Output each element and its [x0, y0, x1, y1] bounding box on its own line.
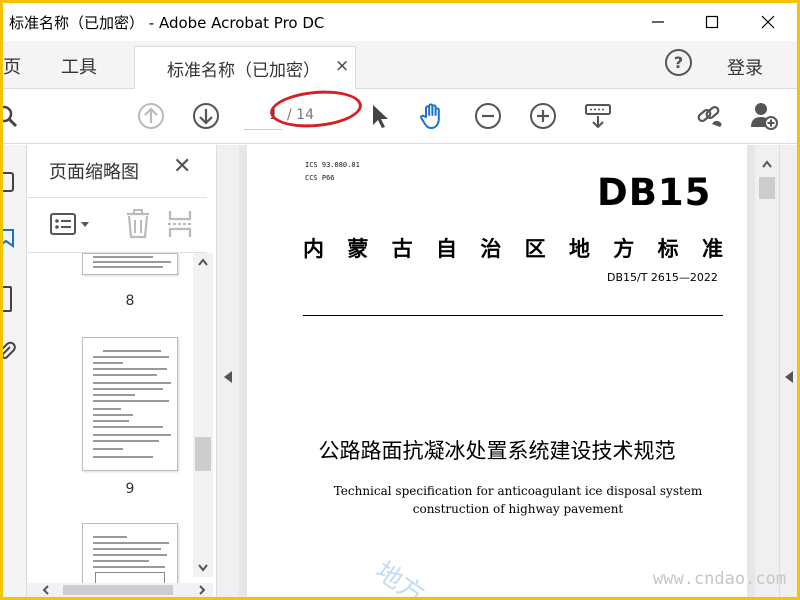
thumbnail-page-9[interactable] [82, 337, 178, 471]
thumbnail-list: 8 9 [27, 253, 193, 589]
hand-icon [420, 103, 440, 129]
document-title-en: Technical specification for anticoagulan… [333, 484, 703, 516]
close-icon [761, 15, 775, 29]
minimize-icon [652, 21, 664, 23]
tab-document[interactable]: 标准名称（已加密） × [134, 46, 356, 89]
split-page-icon [168, 211, 192, 237]
scroll-down-icon [198, 564, 208, 572]
thumbnail-vertical-scrollbar[interactable] [193, 253, 213, 577]
scroll-left-icon [42, 585, 49, 595]
maximize-button[interactable] [689, 3, 735, 41]
zoom-out-button[interactable] [473, 101, 503, 131]
header-rule [303, 315, 723, 316]
acrobat-window: 标准名称（已加密） - Adobe Acrobat Pro DC 主页 工具 标… [3, 3, 797, 597]
attachment-rail-icon[interactable] [3, 341, 17, 363]
scroll-up-icon [198, 258, 208, 266]
document-scroll-thumb[interactable] [759, 177, 775, 199]
title-bar: 标准名称（已加密） - Adobe Acrobat Pro DC [3, 3, 797, 41]
link-icon [697, 105, 722, 127]
document-page: ICS 93.080.01 CCS P66 DB15 内 蒙 古 自 治 区 地… [247, 145, 747, 597]
add-user-button[interactable] [749, 101, 779, 131]
thumbnail-scroll-thumb[interactable] [195, 437, 211, 471]
thumbnail-page-10[interactable] [82, 523, 178, 589]
close-window-button[interactable] [745, 3, 791, 41]
cursor-arrow-icon [373, 105, 388, 128]
annotation-highlight-oval [268, 87, 364, 131]
toolbar: / 14 [3, 87, 797, 144]
select-tool-button[interactable] [364, 101, 394, 131]
thumbnail-panel-title: 页面缩略图 [49, 162, 139, 183]
previous-page-button[interactable] [136, 101, 166, 131]
zoom-in-button[interactable] [528, 101, 558, 131]
horizontal-scroll-thumb[interactable] [63, 585, 173, 595]
split-page-button[interactable] [165, 208, 195, 240]
page-display-button[interactable] [583, 101, 613, 131]
tab-bar: 主页 工具 标准名称（已加密） × ? 登录 [3, 41, 797, 89]
ics-code: ICS 93.080.01 [305, 161, 360, 169]
delete-page-button[interactable] [123, 208, 153, 240]
thumbnail-options-button[interactable] [47, 210, 93, 240]
standard-category: 内 蒙 古 自 治 区 地 方 标 准 [303, 237, 723, 261]
thumbnail-label: 8 [125, 293, 135, 309]
expand-right-panel-icon [785, 371, 793, 383]
thumbnail-panel: 页面缩略图 ✕ 8 9 [27, 145, 217, 597]
help-button[interactable]: ? [665, 49, 692, 76]
arrow-up-circle-icon [138, 103, 164, 129]
login-button[interactable]: 登录 [727, 54, 763, 80]
tab-home[interactable]: 主页 [3, 53, 21, 79]
zoom-out-icon [475, 103, 501, 129]
window-title: 标准名称（已加密） - Adobe Acrobat Pro DC [9, 14, 325, 32]
hand-tool-button[interactable] [417, 101, 447, 131]
bookmark-rail-icon[interactable] [3, 227, 17, 249]
close-panel-button[interactable]: ✕ [173, 154, 191, 179]
layers-rail-icon[interactable] [3, 285, 17, 313]
tab-tools[interactable]: 工具 [61, 53, 97, 79]
document-vertical-scrollbar[interactable] [755, 145, 779, 597]
ccs-code: CCS P66 [305, 174, 335, 182]
thumbnail-horizontal-scrollbar[interactable] [27, 583, 213, 597]
trash-icon [127, 209, 149, 239]
scroll-right-icon [199, 585, 206, 595]
add-user-icon [751, 103, 778, 130]
thumbnail-page-8[interactable] [82, 253, 178, 275]
maximize-icon [705, 15, 719, 29]
zoom-in-icon [530, 103, 556, 129]
thumbnail-tools [27, 197, 207, 253]
list-options-icon [50, 213, 89, 235]
tab-document-label: 标准名称（已加密） [167, 61, 320, 81]
page-thumbnails-rail-icon[interactable] [3, 171, 17, 193]
search-icon [3, 105, 18, 128]
share-link-button[interactable] [695, 101, 725, 131]
standard-number: DB15/T 2615—2022 [607, 271, 718, 284]
arrow-down-circle-icon [193, 103, 219, 129]
minimize-button[interactable] [635, 3, 681, 41]
collapse-left-icon [224, 371, 232, 383]
search-button[interactable] [3, 101, 23, 131]
document-viewport[interactable]: ICS 93.080.01 CCS P66 DB15 内 蒙 古 自 治 区 地… [239, 145, 755, 597]
standard-code: DB15 [597, 171, 712, 214]
scroll-up-icon [762, 160, 772, 168]
next-page-button[interactable] [191, 101, 221, 131]
navigation-rail [3, 145, 27, 597]
right-panel-rail[interactable] [779, 145, 797, 597]
site-watermark: www.cndao.com [653, 569, 787, 589]
keyboard-down-icon [585, 104, 611, 129]
left-panel-splitter[interactable] [217, 145, 239, 597]
thumbnail-label: 9 [125, 481, 135, 497]
document-title-cn: 公路路面抗凝冰处置系统建设技术规范 [318, 439, 676, 463]
close-tab-button[interactable]: × [335, 56, 349, 76]
